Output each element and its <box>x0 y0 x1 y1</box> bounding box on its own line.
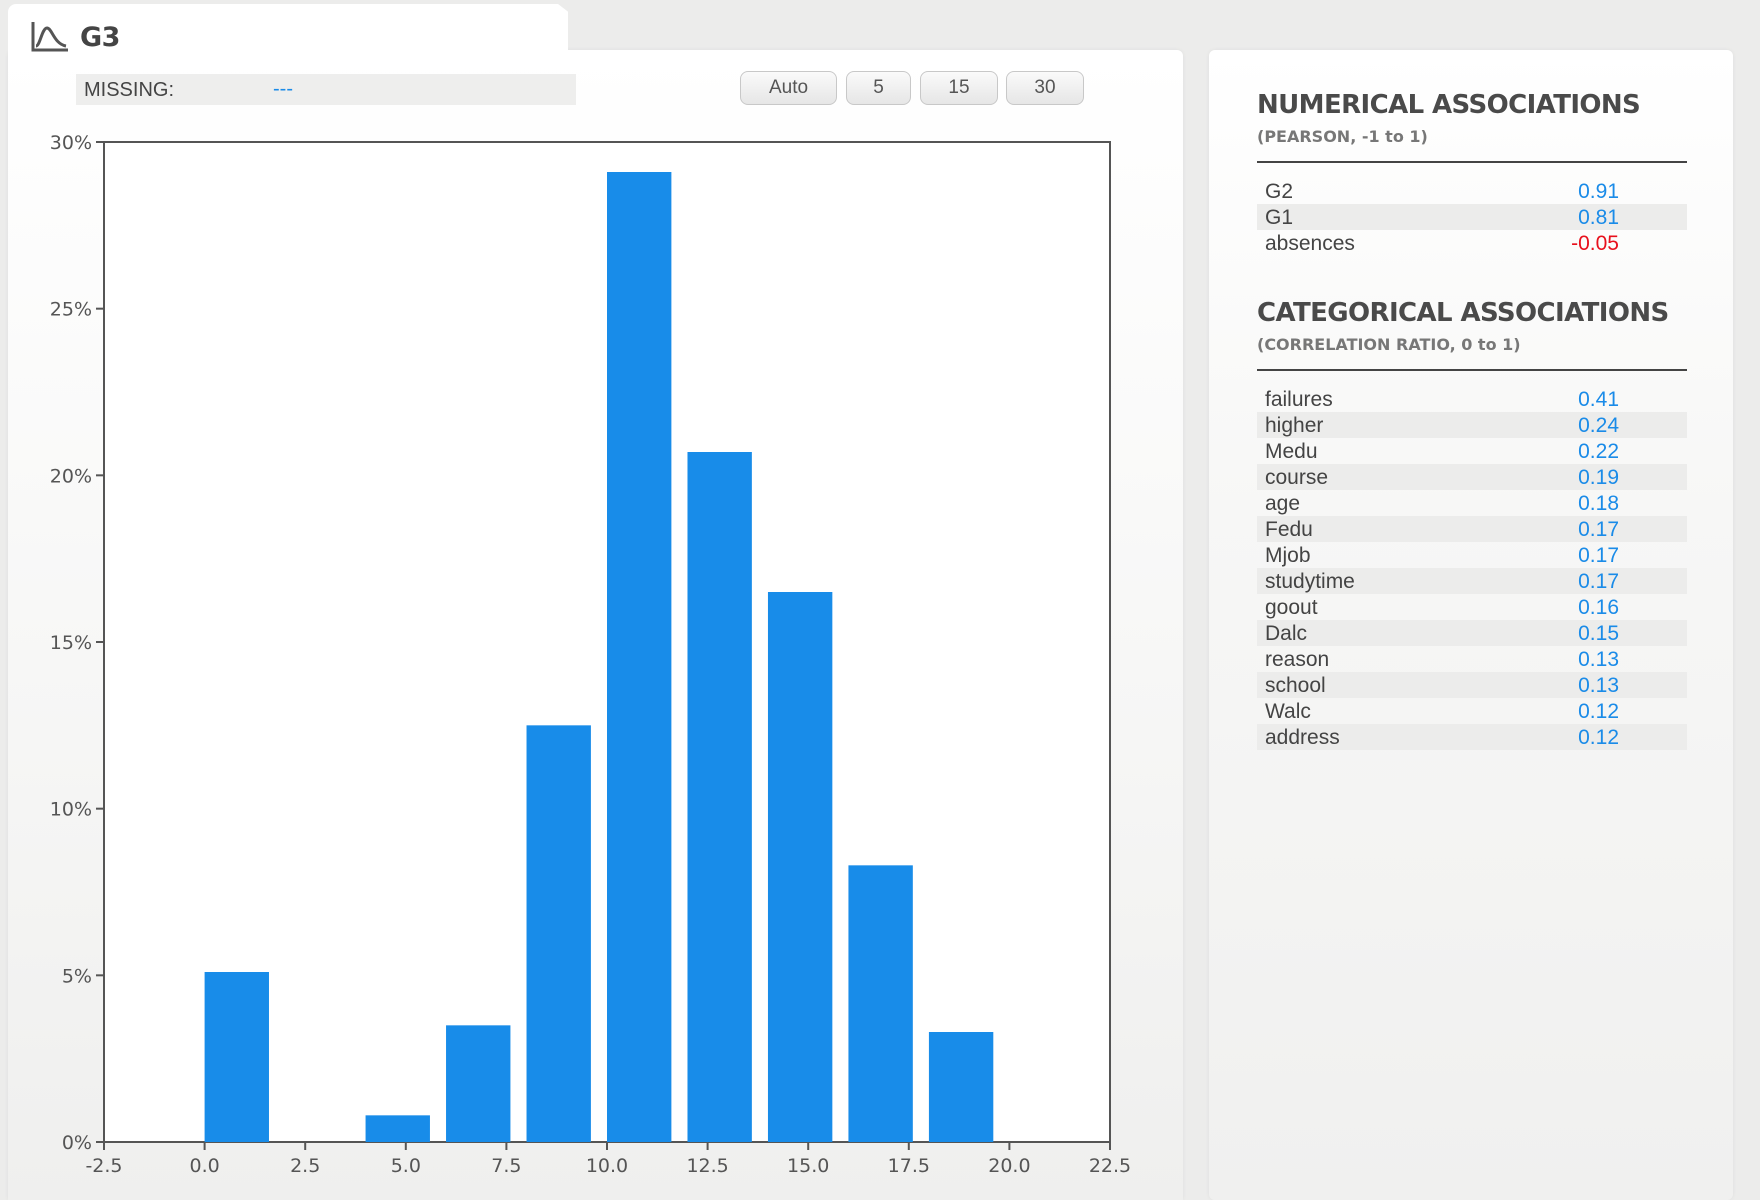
histogram-bar <box>687 452 752 1142</box>
section-divider <box>1257 369 1687 371</box>
section-divider <box>1257 161 1687 163</box>
x-tick-label: 15.0 <box>787 1155 829 1177</box>
x-tick-label: 22.5 <box>1089 1155 1131 1177</box>
x-tick-label: 0.0 <box>189 1155 219 1177</box>
association-variable-name: Walc <box>1265 700 1311 723</box>
association-row: address 0.12 <box>1257 724 1687 750</box>
association-value: 0.16 <box>1578 596 1619 619</box>
association-value: 0.12 <box>1578 726 1619 749</box>
categorical-associations-subtitle: (CORRELATION RATIO, 0 to 1) <box>1257 335 1521 354</box>
y-tick-label: 15% <box>50 632 92 654</box>
y-tick-label: 5% <box>62 965 92 987</box>
association-variable-name: higher <box>1265 414 1324 437</box>
y-tick-label: 20% <box>50 465 92 487</box>
association-variable-name: Mjob <box>1265 544 1311 567</box>
y-tick-label: 25% <box>50 299 92 321</box>
association-value: 0.17 <box>1578 518 1619 541</box>
association-variable-name: Fedu <box>1265 518 1313 541</box>
association-variable-name: reason <box>1265 648 1330 671</box>
association-value: 0.13 <box>1578 674 1619 697</box>
association-row: higher 0.24 <box>1257 412 1687 438</box>
association-variable-name: school <box>1265 674 1326 697</box>
association-variable-name: course <box>1265 466 1329 489</box>
association-variable-name: age <box>1265 492 1301 515</box>
numerical-associations-table: G2 0.91 G1 0.81 absences -0.05 <box>1257 178 1687 256</box>
x-tick-label: 2.5 <box>290 1155 320 1177</box>
association-row: Medu 0.22 <box>1257 438 1687 464</box>
association-value: 0.81 <box>1578 206 1619 229</box>
histogram-bar <box>767 592 833 1142</box>
numerical-associations-title: NUMERICAL ASSOCIATIONS <box>1257 90 1641 120</box>
association-value: -0.05 <box>1571 232 1619 255</box>
x-tick-label: -2.5 <box>85 1155 122 1177</box>
association-value: 0.19 <box>1578 466 1619 489</box>
histogram-bar <box>204 972 269 1142</box>
numerical-associations-subtitle: (PEARSON, -1 to 1) <box>1257 127 1428 146</box>
bins-30-button[interactable]: 30 <box>1006 71 1084 105</box>
association-variable-name: Medu <box>1265 440 1318 463</box>
bins-15-button[interactable]: 15 <box>920 71 998 105</box>
association-variable-name: G1 <box>1265 206 1294 229</box>
missing-value: --- <box>273 78 293 100</box>
missing-label: MISSING: <box>84 79 175 101</box>
y-tick-label: 0% <box>62 1132 92 1154</box>
association-value: 0.13 <box>1578 648 1619 671</box>
association-row: course 0.19 <box>1257 464 1687 490</box>
association-variable-name: Dalc <box>1265 622 1308 645</box>
x-tick-label: 12.5 <box>686 1155 728 1177</box>
association-value: 0.17 <box>1578 544 1619 567</box>
histogram-bar <box>365 1115 430 1142</box>
association-row: Dalc 0.15 <box>1257 620 1687 646</box>
association-value: 0.24 <box>1578 414 1619 437</box>
association-row: Walc 0.12 <box>1257 698 1687 724</box>
histogram-bar <box>526 725 591 1142</box>
categorical-associations-title: CATEGORICAL ASSOCIATIONS <box>1257 298 1669 328</box>
y-tick-label: 30% <box>50 132 92 154</box>
x-tick-label: 7.5 <box>491 1155 521 1177</box>
association-row: failures 0.41 <box>1257 386 1687 412</box>
variable-title: G3 <box>80 22 120 53</box>
association-row: studytime 0.17 <box>1257 568 1687 594</box>
association-row: absences -0.05 <box>1257 230 1687 256</box>
association-value: 0.12 <box>1578 700 1619 723</box>
association-variable-name: goout <box>1265 596 1318 619</box>
association-value: 0.18 <box>1578 492 1619 515</box>
association-row: school 0.13 <box>1257 672 1687 698</box>
association-value: 0.41 <box>1578 388 1619 411</box>
association-variable-name: failures <box>1265 388 1333 411</box>
x-tick-label: 5.0 <box>391 1155 421 1177</box>
categorical-associations-table: failures 0.41 higher 0.24 Medu 0.22 course 0.19… <box>1257 386 1687 750</box>
association-variable-name: address <box>1265 726 1340 749</box>
association-row: reason 0.13 <box>1257 646 1687 672</box>
association-row: age 0.18 <box>1257 490 1687 516</box>
histogram-bar <box>607 172 672 1142</box>
association-row: G1 0.81 <box>1257 204 1687 230</box>
x-tick-label: 17.5 <box>888 1155 930 1177</box>
histogram-chart: 0% 5% 10% 15% 20% 25% 30% -2.5 0.0 2.5 5.0 7.5 10.0… <box>50 132 1131 1177</box>
association-value: 0.22 <box>1578 440 1619 463</box>
y-axis: 0% 5% 10% 15% 20% 25% 30% <box>50 132 104 1154</box>
histogram-bar <box>928 1032 994 1142</box>
association-value: 0.17 <box>1578 570 1619 593</box>
association-variable-name: absences <box>1265 232 1355 255</box>
association-value: 0.91 <box>1578 180 1619 203</box>
bins-5-button[interactable]: 5 <box>846 71 911 105</box>
missing-row: MISSING: --- <box>76 74 576 105</box>
association-variable-name: G2 <box>1265 180 1294 203</box>
association-row: goout 0.16 <box>1257 594 1687 620</box>
distribution-curve-icon <box>31 22 68 52</box>
histogram-bar <box>446 1025 511 1142</box>
associations-panel: NUMERICAL ASSOCIATIONS (PEARSON, -1 to 1… <box>1209 50 1733 1200</box>
bins-auto-button[interactable]: Auto <box>740 71 837 105</box>
association-row: Mjob 0.17 <box>1257 542 1687 568</box>
association-row: G2 0.91 <box>1257 178 1687 204</box>
y-tick-label: 10% <box>50 799 92 821</box>
association-variable-name: studytime <box>1265 570 1355 593</box>
association-value: 0.15 <box>1578 622 1619 645</box>
x-tick-label: 20.0 <box>988 1155 1030 1177</box>
histogram-bar <box>848 865 913 1142</box>
x-axis: -2.5 0.0 2.5 5.0 7.5 10.0 12.5 15.0 17.5 20.0 22.5 <box>85 1142 1131 1177</box>
association-row: Fedu 0.17 <box>1257 516 1687 542</box>
x-tick-label: 10.0 <box>586 1155 628 1177</box>
